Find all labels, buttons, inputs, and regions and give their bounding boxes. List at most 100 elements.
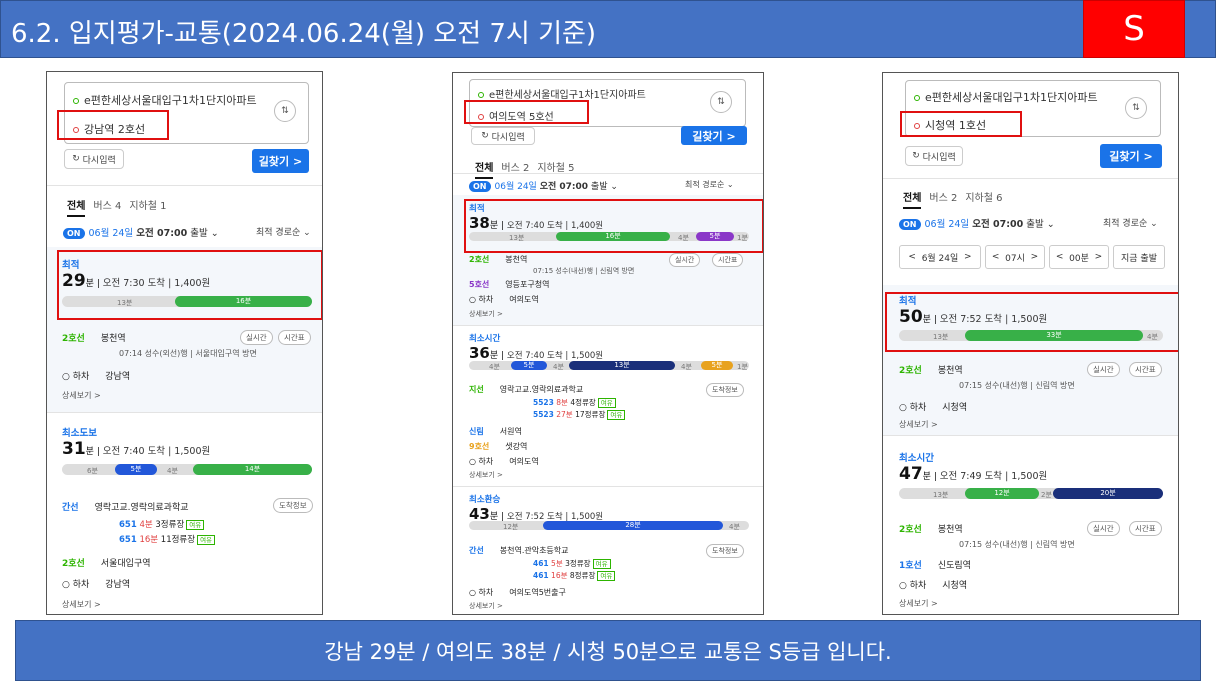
reset-label: 다시입력: [82, 155, 116, 166]
stop-info-button[interactable]: 도착정보: [273, 498, 313, 513]
route-minutes: 29: [62, 271, 86, 291]
grade-badge: S: [1083, 0, 1185, 58]
next-date-icon[interactable]: >: [964, 252, 972, 262]
destination-field[interactable]: 강남역 2호선: [73, 121, 145, 137]
line-label: 2호선: [62, 559, 85, 569]
hour-selector[interactable]: < 07시 >: [985, 245, 1045, 269]
prev-minute-icon[interactable]: <: [1056, 252, 1064, 262]
realtime-button[interactable]: 실시간: [669, 253, 701, 267]
train-info: 07:15 성수(내선)행 | 신림역 방면: [959, 540, 1075, 549]
detail-link[interactable]: 상세보기 >: [469, 470, 503, 480]
depart-now-button[interactable]: 지금 출발: [1113, 245, 1165, 269]
next-hour-icon[interactable]: >: [1031, 252, 1039, 262]
route-panel-yeouido: e편한세상서울대입구1차1단지아파트 여의도역 5호선 ⇅ ↻ 다시입력 길찾기…: [452, 72, 764, 615]
origin-field[interactable]: e편한세상서울대입구1차1단지아파트: [914, 89, 1098, 105]
tab-bus[interactable]: 버스 2: [929, 193, 957, 204]
swap-icon[interactable]: ⇅: [274, 100, 296, 122]
stop-info-button[interactable]: 도착정보: [706, 383, 744, 397]
detail-link[interactable]: 상세보기 >: [899, 598, 938, 609]
route-minutes: 31: [62, 439, 86, 459]
route-input-box[interactable]: e편한세상서울대입구1차1단지아파트 시청역 1호선: [905, 80, 1161, 137]
bus-arrival-1: 651 4분 3정류장 여유: [119, 518, 205, 530]
sort-dropdown[interactable]: 최적 경로순 ⌄: [256, 225, 311, 238]
tab-all[interactable]: 전체: [67, 201, 86, 217]
route-panel-gangnam: e편한세상서울대입구1차1단지아파트 강남역 2호선 ⇅ ↻ 다시입력 길찾기 …: [46, 71, 323, 615]
timetable-button[interactable]: 시간표: [278, 330, 311, 345]
route-input-box[interactable]: e편한세상서울대입구1차1단지아파트 여의도역 5호선: [469, 79, 746, 127]
date-selector[interactable]: < 6월 24일 >: [899, 245, 981, 269]
reset-button[interactable]: ↻ 다시입력: [64, 149, 124, 169]
origin-field[interactable]: e편한세상서울대입구1차1단지아파트: [478, 86, 646, 101]
detail-link[interactable]: 상세보기 >: [62, 599, 101, 610]
destination-field[interactable]: 여의도역 5호선: [478, 108, 554, 123]
timetable-button[interactable]: 시간표: [712, 253, 744, 267]
route-tag: 최소도보: [62, 428, 97, 439]
departure-time: 오전 07:00: [136, 228, 188, 239]
station-name: 서울대입구역: [100, 559, 151, 569]
departure-time: 오전 07:00: [972, 219, 1024, 230]
route-least-transfer[interactable]: 최소환승 43분 | 오전 7:52 도착 | 1,500원: [469, 493, 603, 523]
realtime-button[interactable]: 실시간: [1087, 521, 1120, 536]
prev-date-icon[interactable]: <: [908, 252, 916, 262]
realtime-button[interactable]: 실시간: [1087, 362, 1120, 377]
route-least-time[interactable]: 최소시간 47분 | 오전 7:49 도착 | 1,500원: [899, 450, 1047, 484]
realtime-button[interactable]: 실시간: [240, 330, 273, 345]
on-toggle[interactable]: ON: [899, 219, 921, 230]
walk-time: 13분: [933, 491, 949, 499]
origin-field[interactable]: e편한세상서울대입구1차1단지아파트: [73, 92, 257, 108]
sort-label: 최적 경로순: [1103, 219, 1148, 229]
leg-line2: 2호선 봉천역: [469, 254, 527, 265]
bus-eta: 8분: [556, 398, 568, 407]
detail-link[interactable]: 상세보기 >: [899, 419, 938, 430]
timetable-button[interactable]: 시간표: [1129, 362, 1162, 377]
stop-info-button[interactable]: 도착정보: [706, 544, 744, 558]
walk-time: 13분: [509, 234, 525, 242]
tab-subway[interactable]: 지하철 1: [129, 201, 166, 212]
departure-date: 06월 24일: [924, 219, 970, 230]
getoff-label: ○ 하차: [469, 295, 494, 304]
sort-dropdown[interactable]: 최적 경로순 ⌄: [1103, 216, 1158, 229]
date-time-picker: < 6월 24일 > < 07시 > < 00분 > 지금 출발: [899, 245, 1165, 269]
tab-all[interactable]: 전체: [475, 163, 494, 179]
route-input-box[interactable]: e편한세상서울대입구1차1단지아파트 강남역 2호선: [64, 82, 309, 144]
tab-all[interactable]: 전체: [903, 193, 922, 209]
timetable-button[interactable]: 시간표: [1129, 521, 1162, 536]
detail-link[interactable]: 상세보기 >: [469, 601, 503, 611]
reset-button[interactable]: ↻ 다시입력: [471, 127, 535, 145]
route-least-walk[interactable]: 최소도보 31분 | 오전 7:40 도착 | 1,500원: [62, 425, 210, 459]
subway-segment: 12분: [965, 488, 1039, 499]
on-toggle[interactable]: ON: [63, 228, 85, 239]
route-least-time[interactable]: 최소시간 36분 | 오전 7:40 도착 | 1,500원: [469, 332, 603, 362]
detail-link[interactable]: 상세보기 >: [469, 309, 503, 319]
tab-bus[interactable]: 버스 4: [93, 201, 121, 212]
subway-segment-2: 5분: [701, 361, 733, 370]
detail-link[interactable]: 상세보기 >: [62, 390, 101, 401]
divider: [453, 325, 763, 326]
transport-tabs: 전체 버스 2 지하철 6: [903, 189, 1011, 209]
departure-setting[interactable]: ON 06월 24일 오전 07:00 출발 ⌄: [899, 216, 1055, 230]
bus-arrival-2: 651 16분 11정류장 여유: [119, 533, 216, 545]
on-toggle[interactable]: ON: [469, 181, 491, 192]
destination-field[interactable]: 시청역 1호선: [914, 117, 986, 133]
bus-stops: 8정류장: [569, 571, 596, 580]
swap-icon[interactable]: ⇅: [1125, 97, 1147, 119]
getoff-label: ○ 하차: [899, 403, 927, 413]
tab-subway[interactable]: 지하철 6: [965, 193, 1002, 204]
station-name: 봉천역: [937, 366, 963, 376]
getoff-label: ○ 하차: [469, 588, 494, 597]
swap-icon[interactable]: ⇅: [710, 91, 732, 113]
minute-selector[interactable]: < 00분 >: [1049, 245, 1109, 269]
find-route-button[interactable]: 길찾기 >: [252, 149, 309, 173]
leg-bus: 간선 영락고교.영락의료과학교: [62, 500, 189, 513]
sort-dropdown[interactable]: 최적 경로순 ⌄: [685, 179, 734, 190]
find-route-button[interactable]: 길찾기 >: [1100, 144, 1162, 168]
find-route-button[interactable]: 길찾기 >: [681, 126, 747, 145]
line-label: 지선: [469, 385, 484, 394]
end-station: 시청역: [942, 581, 968, 591]
next-minute-icon[interactable]: >: [1095, 252, 1103, 262]
departure-setting[interactable]: ON 06월 24일 오전 07:00 출발 ⌄: [63, 225, 219, 239]
departure-setting[interactable]: ON 06월 24일 오전 07:00 출발 ⌄: [469, 179, 618, 192]
reset-button[interactable]: ↻ 다시입력: [905, 146, 963, 166]
walk-time-2: 4분: [1147, 333, 1158, 341]
prev-hour-icon[interactable]: <: [992, 252, 1000, 262]
